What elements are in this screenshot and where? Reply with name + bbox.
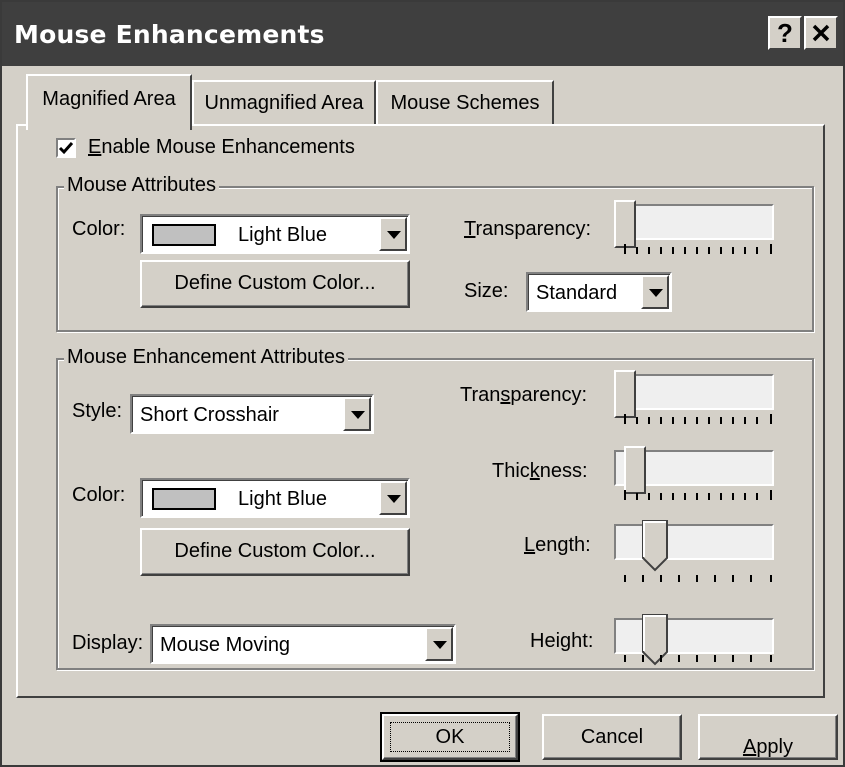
- close-icon: [812, 24, 830, 42]
- tab-magnified-area[interactable]: Magnified Area: [26, 74, 192, 130]
- transparency-label: Transparency:: [464, 218, 592, 240]
- dropdown-value: Short Crosshair: [140, 404, 279, 426]
- transparency-slider-track[interactable]: [614, 204, 774, 240]
- enh-color-dropdown[interactable]: Light Blue: [140, 478, 410, 518]
- color-swatch: [152, 224, 216, 246]
- size-label: Size:: [464, 280, 509, 302]
- length-label: Length:: [524, 534, 591, 556]
- dropdown-value: Mouse Moving: [160, 634, 291, 656]
- mouse-enhancement-attributes-group: Mouse Enhancement Attributes Style: Shor…: [56, 346, 814, 670]
- ok-button[interactable]: OK: [380, 712, 520, 762]
- slider-ticks: [624, 575, 772, 582]
- enh-define-custom-color-button[interactable]: Define Custom Color...: [140, 528, 410, 576]
- checkmark-icon: [58, 142, 74, 155]
- chevron-down-icon[interactable]: [379, 217, 407, 251]
- height-slider-track[interactable]: [614, 618, 774, 654]
- color-dropdown[interactable]: Light Blue: [140, 214, 410, 254]
- chevron-down-icon[interactable]: [343, 397, 371, 431]
- slider-ticks: [624, 490, 772, 500]
- close-button[interactable]: [804, 16, 838, 50]
- window-title: Mouse Enhancements: [14, 20, 325, 49]
- group-title: Mouse Enhancement Attributes: [64, 346, 348, 369]
- dropdown-value: Light Blue: [238, 488, 327, 510]
- tab-unmagnified-area[interactable]: Unmagnified Area: [192, 80, 376, 124]
- tab-label: Unmagnified Area: [204, 92, 364, 114]
- dropdown-value: Light Blue: [238, 224, 327, 246]
- define-custom-color-button[interactable]: Define Custom Color...: [140, 260, 410, 308]
- enh-transparency-slider-thumb[interactable]: [614, 370, 636, 418]
- height-label: Height:: [530, 630, 594, 652]
- slider-ticks: [624, 655, 772, 662]
- enh-color-label: Color:: [72, 484, 126, 506]
- help-button[interactable]: ?: [768, 16, 802, 50]
- enable-checkbox[interactable]: [56, 138, 76, 158]
- size-dropdown[interactable]: Standard: [526, 272, 672, 312]
- cancel-button[interactable]: Cancel: [542, 714, 682, 760]
- style-label: Style:: [72, 400, 123, 422]
- apply-button[interactable]: Apply: [698, 714, 838, 760]
- length-slider-track[interactable]: [614, 524, 774, 560]
- enable-label[interactable]: Enable Mouse Enhancements: [88, 136, 355, 159]
- display-dropdown[interactable]: Mouse Moving: [150, 624, 456, 664]
- question-mark-icon: ?: [777, 17, 793, 48]
- chevron-down-icon[interactable]: [379, 481, 407, 515]
- slider-ticks: [624, 414, 772, 424]
- dropdown-value: Standard: [536, 282, 618, 304]
- title-bar: Mouse Enhancements ?: [2, 2, 843, 66]
- chevron-down-icon[interactable]: [425, 627, 453, 661]
- style-dropdown[interactable]: Short Crosshair: [130, 394, 374, 434]
- thickness-slider-thumb[interactable]: [624, 446, 646, 494]
- thickness-label: Thickness:: [492, 460, 588, 482]
- length-slider-thumb[interactable]: [642, 520, 668, 572]
- slider-ticks: [624, 244, 772, 254]
- enh-transparency-label: Transparency:: [460, 384, 588, 406]
- tab-panel-magnified-area: Enable Mouse Enhancements Mouse Attribut…: [16, 124, 825, 698]
- color-label: Color:: [72, 218, 126, 240]
- color-swatch: [152, 488, 216, 510]
- group-title: Mouse Attributes: [64, 174, 219, 197]
- tab-mouse-schemes[interactable]: Mouse Schemes: [376, 80, 554, 124]
- mouse-enhancements-dialog: Mouse Enhancements ? Magnified Area Unma…: [0, 0, 845, 767]
- tab-label: Magnified Area: [42, 88, 176, 110]
- mouse-attributes-group: Mouse Attributes Color: Light Blue Defin…: [56, 174, 814, 332]
- enh-transparency-slider-track[interactable]: [614, 374, 774, 410]
- tab-label: Mouse Schemes: [390, 92, 540, 114]
- display-label: Display:: [72, 632, 144, 654]
- chevron-down-icon[interactable]: [641, 275, 669, 309]
- transparency-slider-thumb[interactable]: [614, 200, 636, 248]
